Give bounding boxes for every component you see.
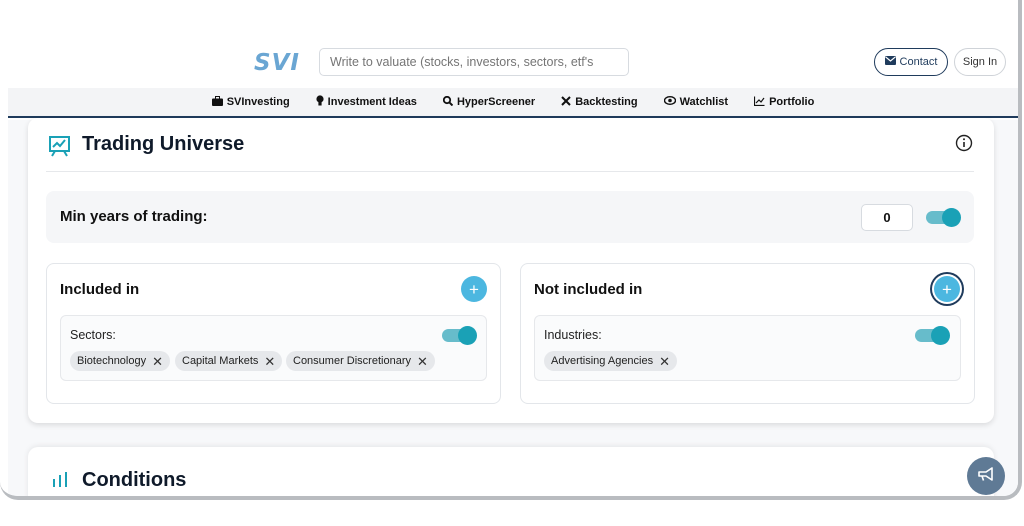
contact-button[interactable]: Contact — [874, 48, 948, 76]
chip-capital-markets: Capital Markets ✕ — [175, 351, 283, 371]
bar-chart-icon — [52, 472, 68, 488]
sectors-label: Sectors: — [70, 328, 116, 342]
included-in-title: Included in — [60, 281, 140, 298]
industries-group — [534, 315, 961, 381]
chip-label: Capital Markets — [182, 355, 259, 367]
nav-item-label: SVInvesting — [226, 96, 290, 108]
industries-toggle[interactable] — [915, 326, 951, 345]
presentation-chart-icon — [48, 134, 72, 158]
main-nav: SVInvesting Investment Ideas HyperScreen… — [8, 88, 1018, 118]
title-divider — [46, 171, 974, 172]
toggle-knob — [942, 208, 961, 227]
chip-advertising-agencies: Advertising Agencies ✕ — [544, 351, 678, 371]
sectors-toggle[interactable] — [442, 326, 478, 345]
briefcase-icon — [211, 95, 223, 109]
nav-item-portfolio[interactable]: Portfolio — [753, 96, 815, 109]
chip-consumer-discretionary: Consumer Discretionary ✕ — [286, 351, 435, 371]
remove-chip-icon[interactable]: ✕ — [152, 355, 163, 368]
min-years-label: Min years of trading: — [60, 208, 208, 225]
feedback-button[interactable] — [967, 457, 1005, 495]
nav-item-label: Watchlist — [679, 96, 729, 108]
chip-biotechnology: Biotechnology ✕ — [70, 351, 171, 371]
top-bar: SVI Contact Sign In — [0, 0, 1018, 88]
contact-label: Contact — [899, 56, 938, 68]
remove-chip-icon[interactable]: ✕ — [417, 355, 428, 368]
trading-universe-title: Trading Universe — [82, 133, 245, 155]
nav-item-label: Portfolio — [769, 96, 815, 108]
not-included-in-title: Not included in — [534, 281, 643, 298]
toggle-knob — [458, 326, 477, 345]
nav-item-label: Backtesting — [575, 96, 638, 108]
nav-item-hyperscreener[interactable]: HyperScreener — [442, 95, 536, 109]
sectors-group — [60, 315, 487, 381]
lightbulb-icon — [316, 95, 324, 109]
nav-item-watchlist[interactable]: Watchlist — [663, 96, 729, 108]
envelope-icon — [884, 56, 896, 68]
app-frame: SVI Contact Sign In SVInvesting Investme… — [0, 0, 1022, 500]
chip-label: Consumer Discretionary — [293, 355, 411, 367]
min-years-toggle[interactable] — [926, 208, 962, 227]
nav-item-svinvesting[interactable]: SVInvesting — [211, 95, 290, 109]
included-add-button[interactable]: + — [461, 276, 487, 302]
eye-icon — [663, 96, 676, 108]
nav-item-label: HyperScreener — [456, 96, 536, 108]
toggle-knob — [931, 326, 950, 345]
info-icon[interactable] — [955, 134, 973, 152]
tools-icon — [561, 95, 571, 109]
search-input[interactable] — [319, 48, 629, 76]
nav-item-label: Investment Ideas — [327, 96, 417, 108]
conditions-title: Conditions — [82, 469, 187, 491]
remove-chip-icon[interactable]: ✕ — [659, 355, 670, 368]
min-years-input[interactable] — [861, 204, 913, 231]
not-included-add-button[interactable]: + — [934, 276, 960, 302]
chart-line-icon — [753, 96, 765, 109]
industries-label: Industries: — [544, 328, 602, 342]
megaphone-icon — [977, 466, 995, 487]
chip-label: Biotechnology — [77, 355, 147, 367]
remove-chip-icon[interactable]: ✕ — [264, 355, 275, 368]
svi-logo[interactable]: SVI — [254, 50, 300, 76]
sign-in-button[interactable]: Sign In — [954, 48, 1006, 76]
nav-item-backtesting[interactable]: Backtesting — [561, 95, 638, 109]
nav-item-investment-ideas[interactable]: Investment Ideas — [316, 95, 417, 109]
chip-label: Advertising Agencies — [551, 355, 654, 367]
search-icon — [442, 95, 454, 109]
